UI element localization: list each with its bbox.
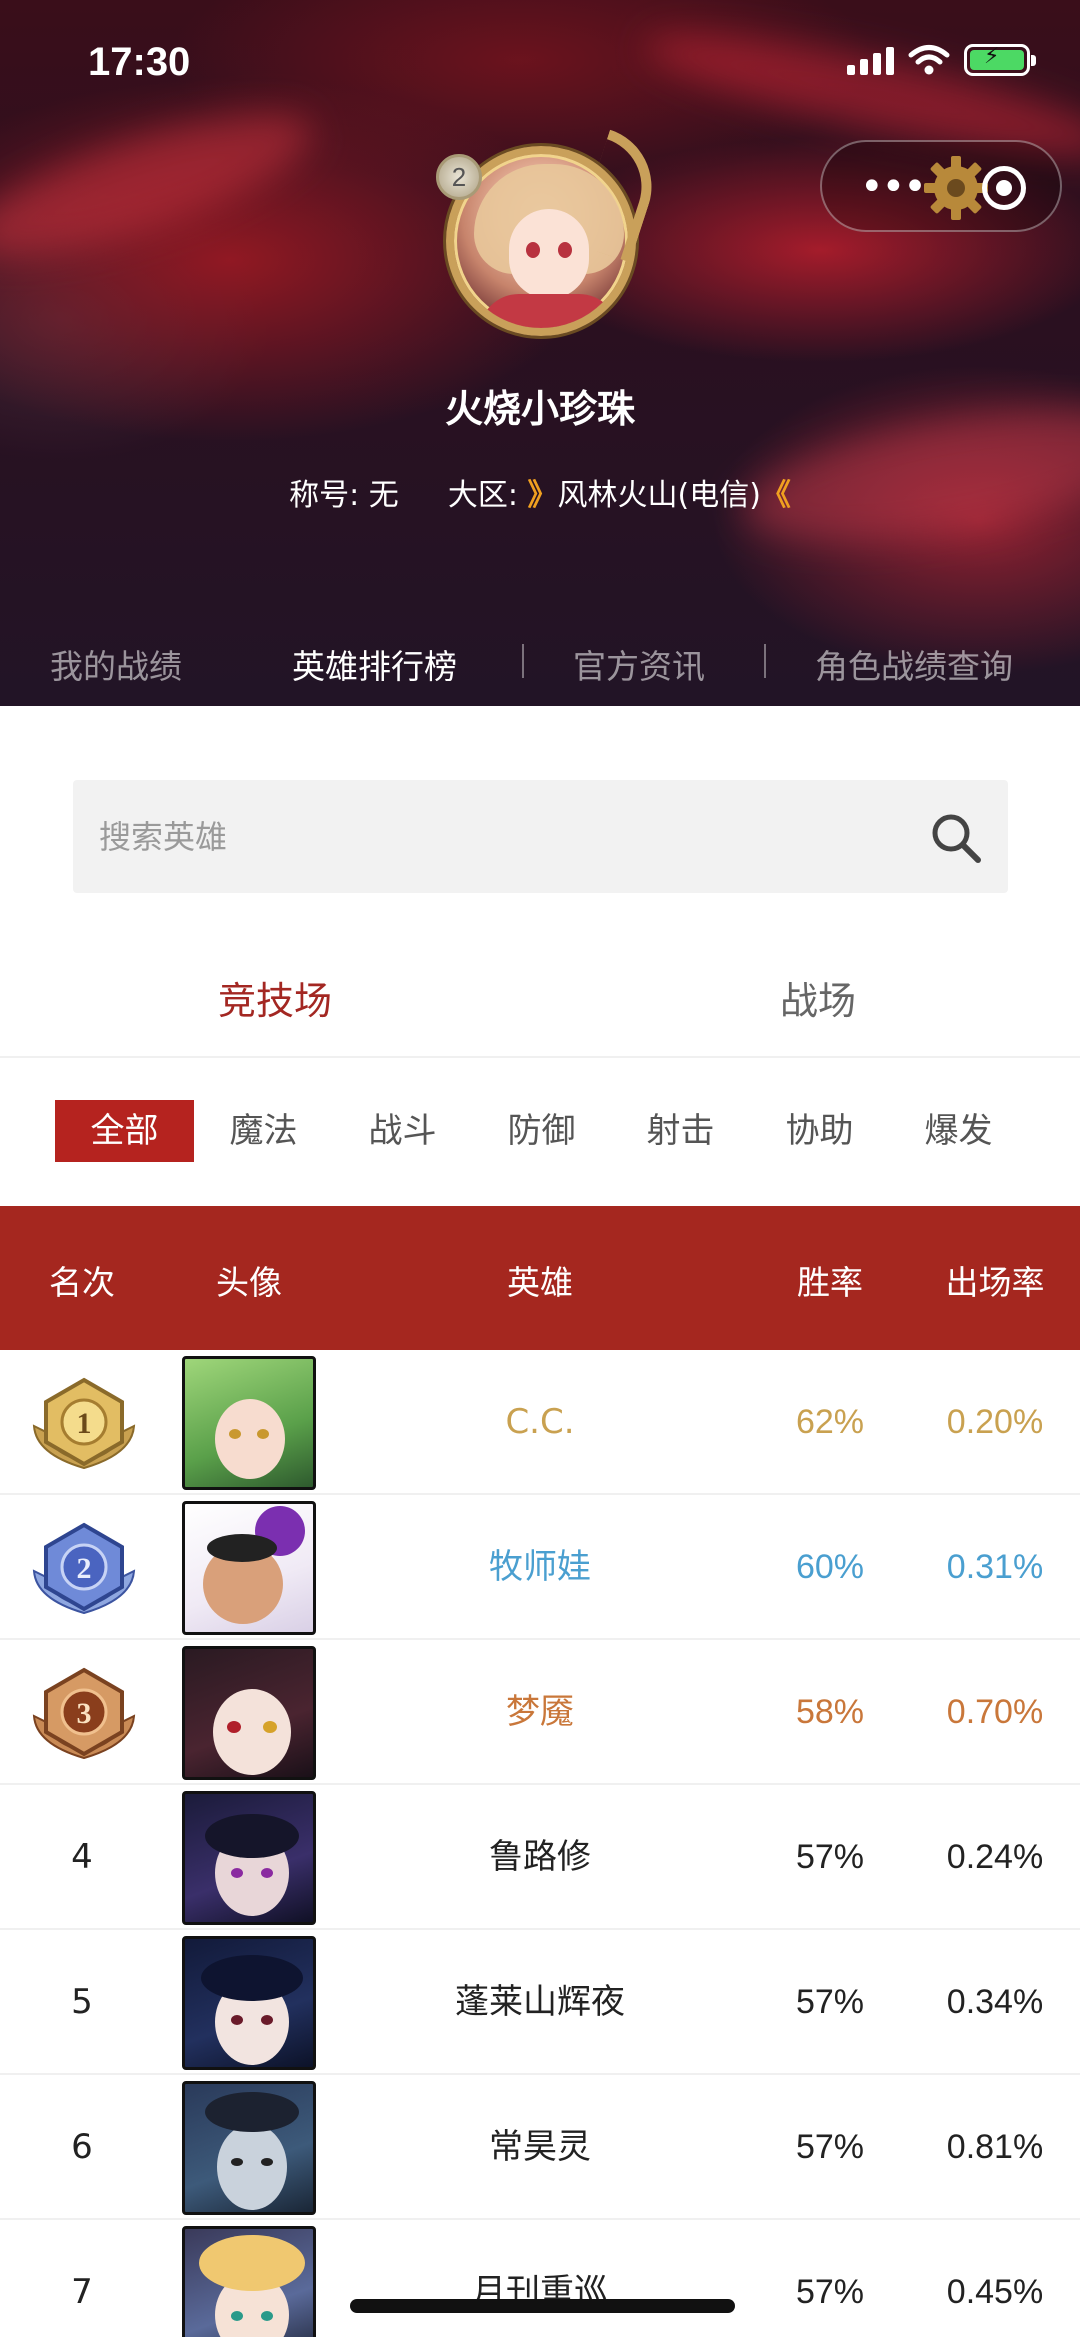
- hero-avatar: [182, 2226, 316, 2337]
- hero-name: 鲁路修: [489, 1837, 591, 1877]
- search-input[interactable]: [99, 780, 899, 893]
- rank-number: 5: [71, 1982, 93, 2022]
- filter-defense[interactable]: 防御: [472, 1100, 611, 1162]
- status-bar: 17:30: [0, 0, 1080, 130]
- svg-text:2: 2: [77, 1552, 92, 1585]
- win-rate: 62%: [795, 1403, 865, 1441]
- hero-avatar: [182, 1646, 316, 1780]
- header-win-rate: 胜率: [797, 1263, 863, 1302]
- home-indicator[interactable]: [350, 2299, 735, 2313]
- tab-hero-ranking[interactable]: 英雄排行榜: [292, 640, 457, 688]
- level-badge: 2: [436, 154, 482, 200]
- pick-rate: 0.24%: [946, 1838, 1044, 1876]
- svg-text:1: 1: [77, 1407, 92, 1440]
- user-name: 火烧小珍珠: [444, 387, 635, 431]
- pick-rate: 0.31%: [946, 1548, 1044, 1586]
- battery-icon: [964, 44, 1036, 76]
- win-rate: 57%: [795, 1838, 865, 1876]
- header-pick-rate: 出场率: [945, 1263, 1045, 1302]
- wifi-icon: [908, 45, 950, 75]
- pick-rate: 0.45%: [946, 2273, 1044, 2311]
- hero-name: 蓬莱山辉夜: [455, 1982, 625, 2022]
- svg-text:3: 3: [77, 1697, 92, 1730]
- user-meta: 称号: 无 大区: 》风林火山(电信)《: [0, 470, 1080, 514]
- filter-support[interactable]: 协助: [750, 1100, 889, 1162]
- tab-official-news[interactable]: 官方资讯: [573, 640, 705, 688]
- rank-number: 7: [71, 2272, 93, 2312]
- region-arrow-right: 《: [760, 478, 791, 513]
- filter-all[interactable]: 全部: [55, 1100, 194, 1162]
- tab-my-record[interactable]: 我的战绩: [50, 640, 182, 688]
- more-icon[interactable]: •••: [860, 167, 927, 207]
- hero-avatar: [182, 2081, 316, 2215]
- table-row[interactable]: 3 梦魇 58% 0.70%: [0, 1640, 1080, 1785]
- table-row[interactable]: 6 常昊灵 57% 0.81%: [0, 2075, 1080, 2220]
- status-icons: [847, 44, 1036, 76]
- pick-rate: 0.70%: [946, 1693, 1044, 1731]
- hero-name: 月刊重巡: [472, 2272, 608, 2312]
- pick-rate: 0.34%: [946, 1983, 1044, 2021]
- hero-name: 牧师娃: [489, 1547, 591, 1587]
- win-rate: 60%: [795, 1548, 865, 1586]
- win-rate: 58%: [795, 1693, 865, 1731]
- table-row[interactable]: 4 鲁路修 57% 0.24%: [0, 1785, 1080, 1930]
- tab-character-lookup[interactable]: 角色战绩查询: [815, 640, 1013, 688]
- avatar[interactable]: 2: [436, 129, 668, 346]
- title-label: 称号:: [289, 478, 360, 513]
- header-rank: 名次: [49, 1263, 115, 1302]
- win-rate: 57%: [795, 2273, 865, 2311]
- hero-avatar: [182, 1936, 316, 2070]
- ranking-table-header: 名次 头像 英雄 胜率 出场率: [0, 1206, 1080, 1350]
- title-value: 无: [368, 478, 399, 513]
- mode-tabs: 竞技场 战场: [0, 940, 1080, 1058]
- category-filters: 全部 魔法 战斗 防御 射击 协助 爆发: [0, 1060, 1080, 1206]
- profile-header: 17:30 •••: [0, 0, 1080, 706]
- header-hero: 英雄: [507, 1263, 573, 1302]
- pick-rate: 0.20%: [946, 1403, 1044, 1441]
- filter-shooter[interactable]: 射击: [611, 1100, 750, 1162]
- hero-name: 梦魇: [506, 1692, 574, 1732]
- table-row[interactable]: 2 牧师娃 60% 0.31%: [0, 1495, 1080, 1640]
- rank-number: 6: [71, 2127, 93, 2167]
- hero-avatar: [182, 1791, 316, 1925]
- region-label: 大区:: [447, 478, 518, 513]
- win-rate: 57%: [795, 2128, 865, 2166]
- hero-avatar: [182, 1356, 316, 1490]
- table-row[interactable]: 5 蓬莱山辉夜 57% 0.34%: [0, 1930, 1080, 2075]
- tab-divider: [764, 644, 766, 678]
- status-time: 17:30: [88, 40, 191, 84]
- tab-divider: [522, 644, 524, 678]
- table-row[interactable]: 1 C.C. 62% 0.20%: [0, 1350, 1080, 1495]
- filter-magic[interactable]: 魔法: [194, 1100, 333, 1162]
- table-row[interactable]: 7 月刊重巡 57% 0.45%: [0, 2220, 1080, 2337]
- bronze-medal-icon: 3: [32, 1667, 136, 1760]
- header-avatar: 头像: [216, 1263, 282, 1302]
- tab-arena[interactable]: 竞技场: [218, 970, 332, 1025]
- search-bar: [73, 780, 1008, 893]
- silver-medal-icon: 2: [32, 1522, 136, 1615]
- ranking-table: 1 C.C. 62% 0.20% 2 牧师娃 60% 0.31% 3 梦魇 58…: [0, 1350, 1080, 2337]
- close-mini-program-icon[interactable]: [982, 166, 1026, 210]
- rank-number: 4: [71, 1837, 93, 1877]
- hero-avatar: [182, 1501, 316, 1635]
- profile-tabs: 我的战绩 英雄排行榜 官方资讯 角色战绩查询: [0, 630, 1080, 690]
- gear-icon[interactable]: [922, 154, 990, 222]
- gold-medal-icon: 1: [32, 1377, 136, 1470]
- filter-burst[interactable]: 爆发: [889, 1100, 1028, 1162]
- pick-rate: 0.81%: [946, 2128, 1044, 2166]
- search-icon[interactable]: [928, 810, 984, 866]
- hero-name: C.C.: [505, 1402, 575, 1442]
- region-arrow-left: 》: [527, 478, 558, 513]
- mini-program-capsule: •••: [820, 140, 1062, 232]
- win-rate: 57%: [795, 1983, 865, 2021]
- signal-icon: [847, 45, 894, 75]
- region-value: 风林火山(电信): [557, 478, 761, 513]
- tab-battlefield[interactable]: 战场: [780, 970, 856, 1025]
- hero-name: 常昊灵: [489, 2127, 591, 2167]
- filter-fighter[interactable]: 战斗: [333, 1100, 472, 1162]
